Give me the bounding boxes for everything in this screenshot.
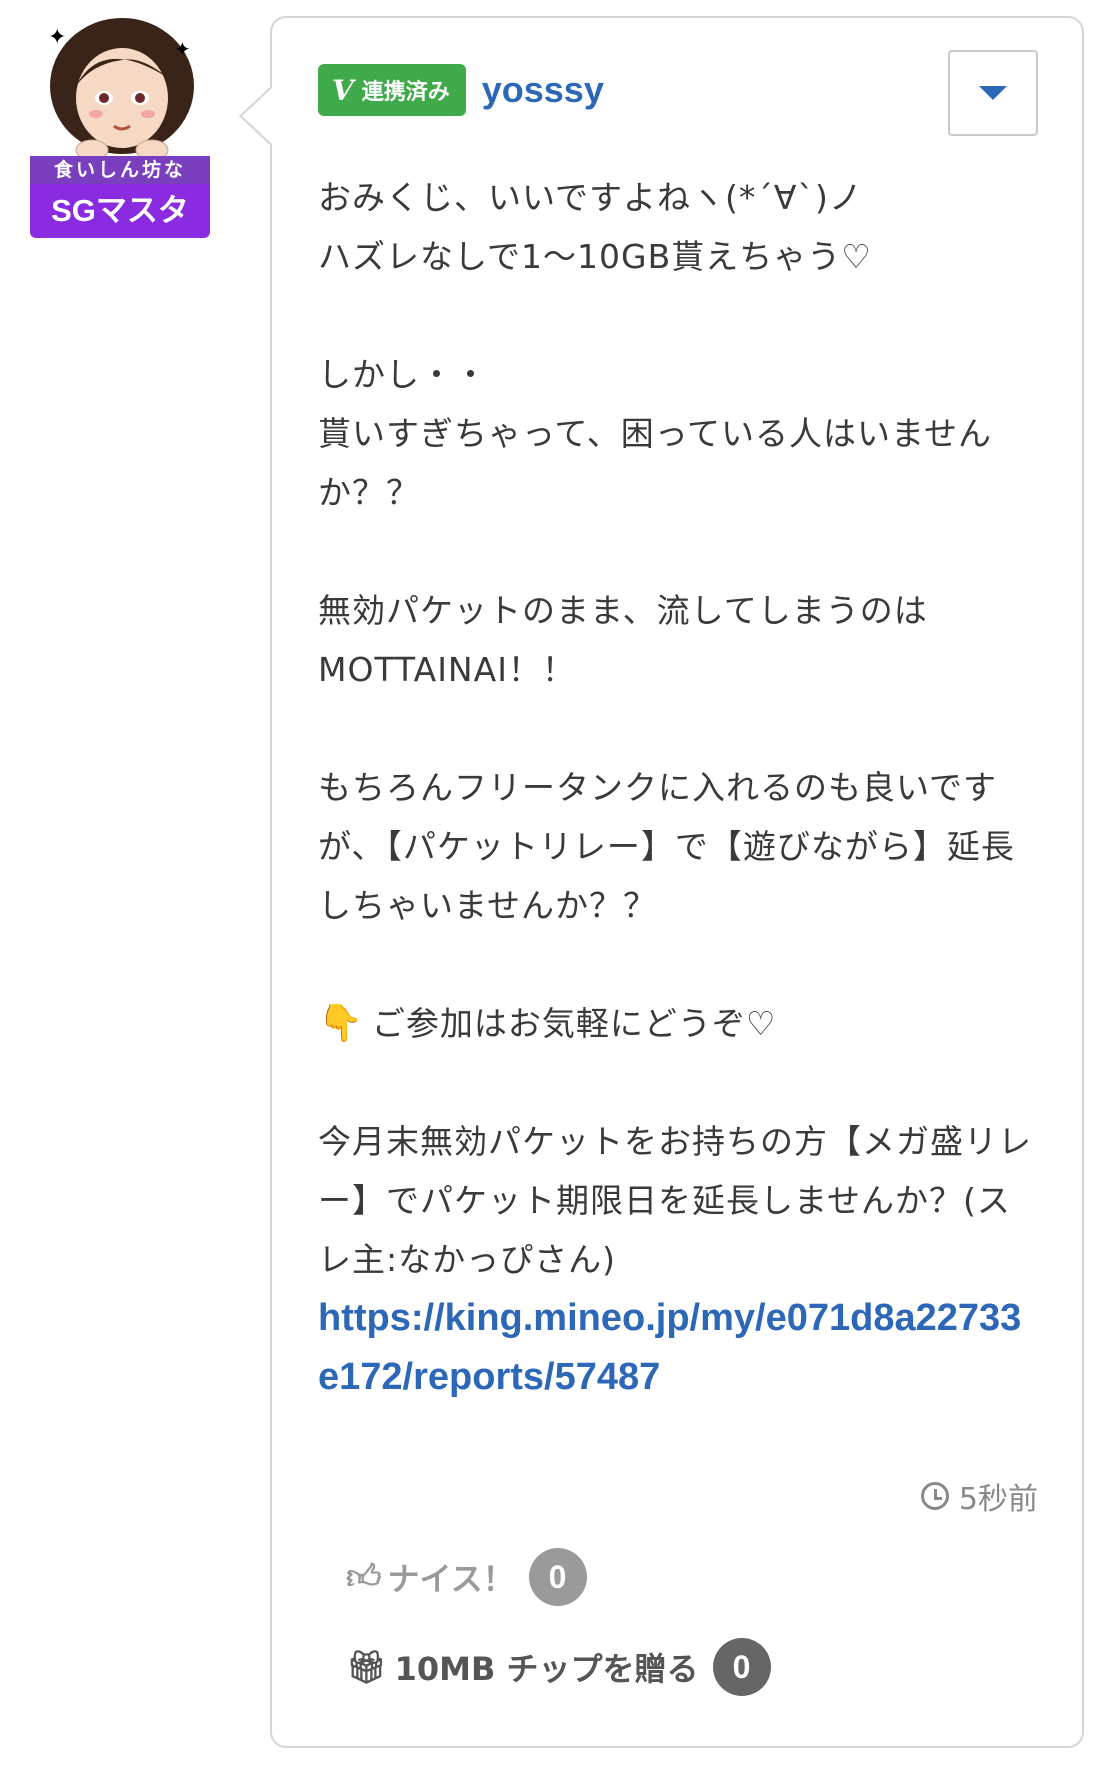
v-check-icon: V (332, 73, 354, 107)
pointing-down-icon: 👇 (318, 1003, 364, 1044)
timestamp-text: 5秒前 (958, 1482, 1038, 1517)
tip-button[interactable]: 🎁︎ 10MB チップを贈る 0 (346, 1638, 771, 1696)
avatar[interactable]: ✦ ✦ (42, 16, 202, 156)
gift-icon: 🎁︎ (346, 1648, 387, 1686)
post-line: 今月末無効パケットをお持ちの方【メガ盛リレー】でパケット期限日を延長しませんか？… (318, 1122, 1032, 1279)
svg-text:✦: ✦ (174, 37, 191, 61)
thumbs-up-icon: 👍︎ (346, 1556, 382, 1597)
clock-icon (920, 1482, 949, 1510)
tip-count-badge: 0 (712, 1638, 771, 1696)
linked-badge-label: 連携済み (361, 80, 450, 105)
post-line-text: ご参加はお気軽にどうぞ♡ (371, 1004, 777, 1043)
username-link[interactable]: yosssy (482, 69, 604, 111)
rank-badge: SGマスタ (30, 184, 210, 238)
post-line: もちろんフリータンクに入れるのも良いですが、【パケットリレー】で【遊びながら】延… (318, 768, 1015, 925)
nice-button[interactable]: 👍︎ ナイス！ 0 (346, 1548, 587, 1606)
post-menu-button[interactable] (948, 50, 1038, 136)
nice-label: ナイス！ (387, 1560, 515, 1598)
post-line: 👇 ご参加はお気軽にどうぞ♡ (318, 994, 1038, 1053)
avatar-banner-text: 食いしん坊な (30, 156, 210, 184)
post-card: V 連携済み yosssy おみくじ、いいですよねヽ(*´∀`)ノ ハズレなしで… (270, 16, 1084, 1748)
post-line: しかし・・ (318, 355, 488, 394)
post-line: おみくじ、いいですよねヽ(*´∀`)ノ (318, 178, 863, 217)
post-timestamp: 5秒前 (920, 1474, 1038, 1518)
report-link[interactable]: https://king.mineo.jp/my/e071d8a22733e17… (318, 1289, 1038, 1407)
svg-text:✦: ✦ (48, 25, 66, 50)
post-body: おみくじ、いいですよねヽ(*´∀`)ノ ハズレなしで1〜10GB貰えちゃう♡ し… (318, 168, 1038, 1407)
post-line: MOTTAINAI！！ (318, 650, 576, 689)
card-pointer (242, 88, 272, 144)
post-line: 貰いすぎちゃって、困っている人はいませんか？？ (318, 414, 993, 512)
author-avatar-block[interactable]: ✦ ✦ 食いしん坊な SGマスタ (30, 16, 210, 238)
nice-count-badge: 0 (528, 1548, 587, 1606)
post-line: 無効パケットのまま、流してしまうのは (318, 591, 928, 630)
post-page: ✦ ✦ 食いしん坊な SGマスタ V 連携済み yosssy おみくじ、いいです… (0, 0, 1102, 1781)
linked-badge: V 連携済み (318, 64, 466, 116)
post-line: ハズレなしで1〜10GB貰えちゃう♡ (318, 237, 872, 276)
post-header: V 連携済み yosssy (318, 64, 604, 116)
chevron-down-icon (979, 86, 1007, 100)
tip-label: 10MB チップを贈る (394, 1650, 699, 1688)
